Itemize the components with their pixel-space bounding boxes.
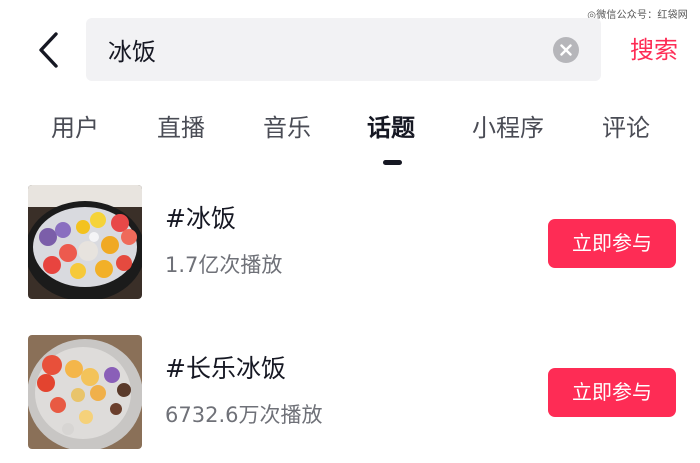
search-button[interactable]: 搜索: [630, 30, 678, 70]
close-icon: [560, 44, 572, 56]
topic-row[interactable]: #长乐冰饭 6732.6万次播放 立即参与: [0, 335, 700, 455]
topic-title: #冰饭: [165, 204, 236, 233]
tab-bar: 用户 直播 音乐 话题 小程序 评论: [0, 104, 700, 152]
search-input[interactable]: [108, 18, 538, 81]
tab-music[interactable]: 音乐: [263, 104, 311, 152]
topic-views: 6732.6万次播放: [165, 403, 323, 427]
active-tab-indicator: [383, 160, 402, 165]
tab-comments[interactable]: 评论: [602, 104, 650, 152]
topic-row[interactable]: #冰饭 1.7亿次播放 立即参与: [0, 185, 700, 305]
topic-title: #长乐冰饭: [165, 354, 286, 383]
topic-views: 1.7亿次播放: [165, 253, 283, 277]
tab-live[interactable]: 直播: [157, 104, 205, 152]
join-button[interactable]: 立即参与: [548, 368, 676, 417]
tab-users[interactable]: 用户: [51, 104, 99, 152]
join-button[interactable]: 立即参与: [548, 219, 676, 268]
tab-topics[interactable]: 话题: [367, 104, 415, 152]
chevron-left-icon: [39, 32, 58, 68]
search-box[interactable]: [86, 18, 601, 81]
tab-mini-programs[interactable]: 小程序: [472, 104, 544, 152]
clear-search-button[interactable]: [553, 37, 579, 63]
watermark: ◎微信公众号：红袋网: [587, 10, 688, 21]
back-button[interactable]: [28, 26, 68, 74]
topic-thumbnail[interactable]: [28, 185, 142, 299]
topic-thumbnail[interactable]: [28, 335, 142, 449]
